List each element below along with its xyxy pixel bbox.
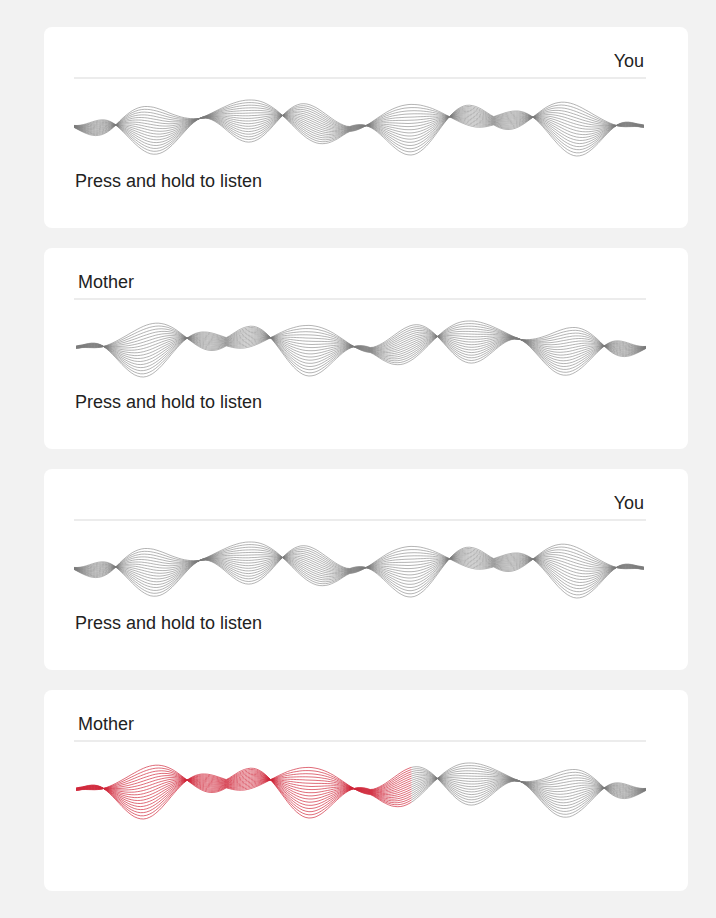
- waveform[interactable]: [74, 746, 646, 826]
- voice-message[interactable]: Mother Press and hold to listen: [44, 248, 688, 449]
- voice-message[interactable]: You Press and hold to listen: [44, 469, 688, 670]
- waveform[interactable]: [74, 83, 646, 163]
- voice-chat: You Press and hold to listenMother Press…: [0, 0, 716, 918]
- divider: [74, 77, 646, 79]
- sender-label: You: [74, 491, 646, 519]
- waveform[interactable]: [74, 304, 646, 384]
- voice-message[interactable]: You Press and hold to listen: [44, 27, 688, 228]
- voice-message[interactable]: Mother: [44, 690, 688, 891]
- listen-hint: Press and hold to listen: [74, 169, 646, 193]
- waveform-remaining: [76, 321, 646, 377]
- sender-label: You: [74, 49, 646, 77]
- listen-hint: Press and hold to listen: [74, 611, 646, 635]
- divider: [74, 298, 646, 300]
- divider: [74, 740, 646, 742]
- waveform[interactable]: [74, 525, 646, 605]
- sender-label: Mother: [74, 712, 646, 740]
- divider: [74, 519, 646, 521]
- waveform-played: [76, 763, 411, 819]
- waveform-remaining: [74, 542, 644, 598]
- waveform-remaining: [411, 763, 646, 819]
- listen-hint: Press and hold to listen: [74, 390, 646, 414]
- waveform-remaining: [74, 100, 644, 156]
- sender-label: Mother: [74, 270, 646, 298]
